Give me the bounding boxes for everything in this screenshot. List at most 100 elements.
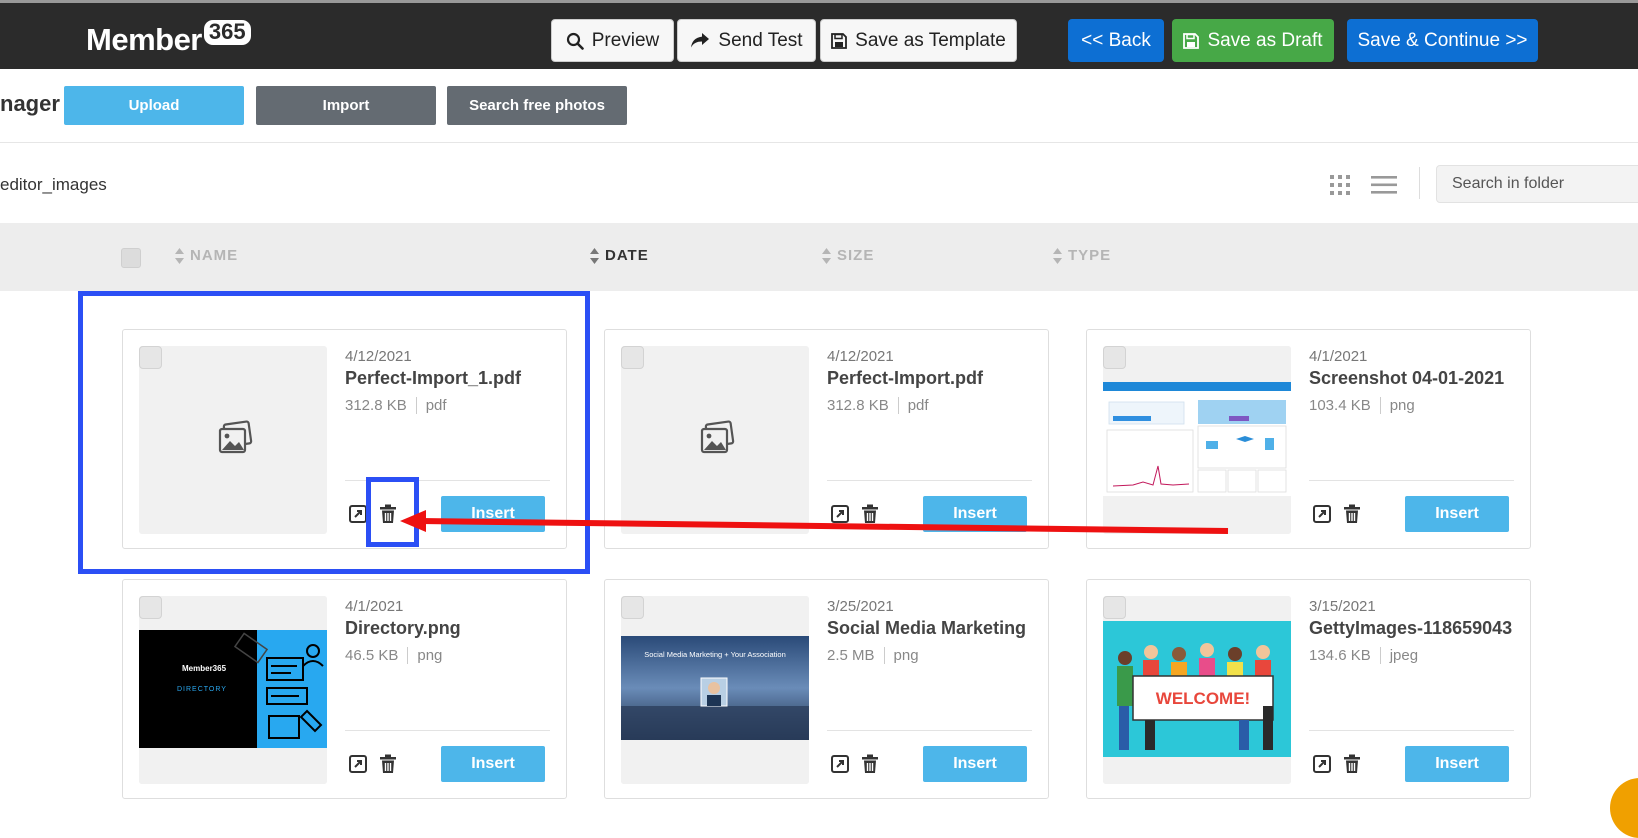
floppy-disk-icon [1183, 32, 1200, 49]
top-toolbar: Member 365 Preview Send Test Save as Tem… [0, 0, 1638, 69]
file-type: pdf [907, 397, 929, 414]
file-meta: 4/1/2021 Directory.png 46.5 KB png [345, 598, 555, 664]
file-thumbnail[interactable]: WELCOME! [1103, 596, 1291, 784]
upload-button[interactable]: Upload [64, 86, 244, 125]
file-name: GettyImages-118659043 [1309, 618, 1513, 638]
send-test-label: Send Test [718, 29, 803, 51]
file-card[interactable]: Member365 DIRECTORY 4/1/2021 Directory.p… [122, 579, 567, 799]
list-view-icon[interactable] [1371, 176, 1397, 194]
file-checkbox[interactable] [621, 596, 644, 619]
card-divider [1309, 480, 1514, 481]
folder-path[interactable]: editor_images [0, 175, 107, 195]
save-as-template-label: Save as Template [855, 29, 1006, 51]
back-button[interactable]: << Back [1068, 19, 1164, 62]
social-media-title-text: Social Media Marketing + Your Associatio… [644, 650, 786, 659]
file-type: jpeg [1389, 647, 1419, 664]
manager-action-bar: nager Upload Import Search free photos [0, 69, 1638, 143]
save-as-draft-button[interactable]: Save as Draft [1172, 19, 1334, 62]
save-as-draft-label: Save as Draft [1207, 29, 1323, 51]
file-type: png [417, 647, 443, 664]
sort-by-type[interactable]: TYPE [1053, 247, 1111, 264]
save-and-continue-label: Save & Continue >> [1357, 29, 1528, 51]
file-size: 46.5 KB [345, 647, 399, 664]
date-column-label: DATE [605, 247, 649, 264]
file-date: 3/15/2021 [1309, 598, 1376, 615]
file-thumbnail[interactable]: Member365 DIRECTORY [139, 596, 327, 784]
directory-preview-image [139, 596, 327, 784]
sort-icon [1053, 247, 1062, 264]
open-external-icon[interactable] [349, 755, 367, 773]
file-name: Perfect-Import.pdf [827, 368, 984, 388]
open-external-icon[interactable] [1313, 755, 1331, 773]
sort-by-date[interactable]: DATE [590, 247, 649, 264]
trash-icon[interactable] [861, 754, 879, 774]
file-name: Social Media Marketing [827, 618, 1027, 638]
card-divider [827, 480, 1032, 481]
logo-word: Member [86, 22, 202, 57]
open-external-icon[interactable] [831, 755, 849, 773]
file-checkbox[interactable] [1103, 346, 1126, 369]
trash-icon[interactable] [1343, 504, 1361, 524]
import-button[interactable]: Import [256, 86, 436, 125]
search-in-folder-input[interactable] [1436, 165, 1638, 203]
name-column-label: NAME [190, 247, 239, 264]
insert-button[interactable]: Insert [1405, 746, 1509, 782]
social-media-preview-image [621, 596, 809, 784]
file-date: 4/1/2021 [1309, 348, 1368, 365]
image-placeholder-icon [700, 420, 735, 454]
screenshot-preview-image [1103, 346, 1291, 534]
welcome-text: WELCOME! [1155, 689, 1251, 708]
sort-icon [822, 247, 831, 264]
insert-button[interactable]: Insert [441, 746, 545, 782]
file-thumbnail[interactable] [621, 346, 809, 534]
file-checkbox[interactable] [139, 596, 162, 619]
grid-view-icon[interactable] [1329, 174, 1351, 196]
column-header-row: NAME DATE SIZE TYPE [0, 223, 1638, 291]
sort-by-name[interactable]: NAME [175, 247, 238, 264]
save-and-continue-button[interactable]: Save & Continue >> [1347, 19, 1538, 62]
sort-icon [175, 247, 184, 264]
send-test-button[interactable]: Send Test [677, 19, 816, 62]
preview-button[interactable]: Preview [551, 19, 674, 62]
file-thumbnail[interactable] [1103, 346, 1291, 534]
sort-icon [590, 247, 599, 264]
select-all-checkbox[interactable] [121, 248, 141, 268]
member365-logo[interactable]: Member 365 [86, 15, 251, 59]
directory-title-text: DIRECTORY [177, 686, 227, 693]
save-as-template-button[interactable]: Save as Template [820, 19, 1017, 62]
share-icon [691, 33, 710, 48]
manager-title: nager [0, 91, 60, 116]
file-card[interactable]: WELCOME! 3/15/2021 GettyImages-118659043… [1086, 579, 1531, 799]
card-divider [345, 730, 550, 731]
trash-icon[interactable] [1343, 754, 1361, 774]
red-arrow-annotation [400, 510, 1229, 534]
directory-brand-text: Member365 [182, 664, 227, 673]
back-label: << Back [1081, 29, 1151, 51]
file-date: 3/25/2021 [827, 598, 894, 615]
card-divider [827, 730, 1032, 731]
file-meta: 4/1/2021 Screenshot 04-01-2021 103.4 KB p… [1309, 348, 1519, 414]
logo-badge: 365 [203, 20, 251, 45]
file-thumbnail[interactable]: Social Media Marketing + Your Associatio… [621, 596, 809, 784]
view-divider [1419, 167, 1420, 199]
file-name: Screenshot 04-01-2021 [1309, 368, 1505, 388]
file-type: png [893, 647, 919, 664]
folder-bar: editor_images [0, 143, 1638, 223]
file-checkbox[interactable] [621, 346, 644, 369]
file-name: Directory.png [345, 618, 461, 638]
file-size: 2.5 MB [827, 647, 875, 664]
search-icon [566, 32, 584, 50]
search-free-photos-button[interactable]: Search free photos [447, 86, 627, 125]
file-size: 134.6 KB [1309, 647, 1371, 664]
preview-label: Preview [591, 29, 660, 51]
type-column-label: TYPE [1068, 247, 1112, 264]
insert-button[interactable]: Insert [923, 746, 1027, 782]
size-column-label: SIZE [837, 247, 875, 264]
file-card[interactable]: Social Media Marketing + Your Associatio… [604, 579, 1049, 799]
file-meta: 4/12/2021 Perfect-Import.pdf 312.8 KB pdf [827, 348, 1037, 414]
sort-by-size[interactable]: SIZE [822, 247, 874, 264]
open-external-icon[interactable] [1313, 505, 1331, 523]
file-checkbox[interactable] [1103, 596, 1126, 619]
trash-icon[interactable] [379, 754, 397, 774]
insert-button[interactable]: Insert [1405, 496, 1509, 532]
